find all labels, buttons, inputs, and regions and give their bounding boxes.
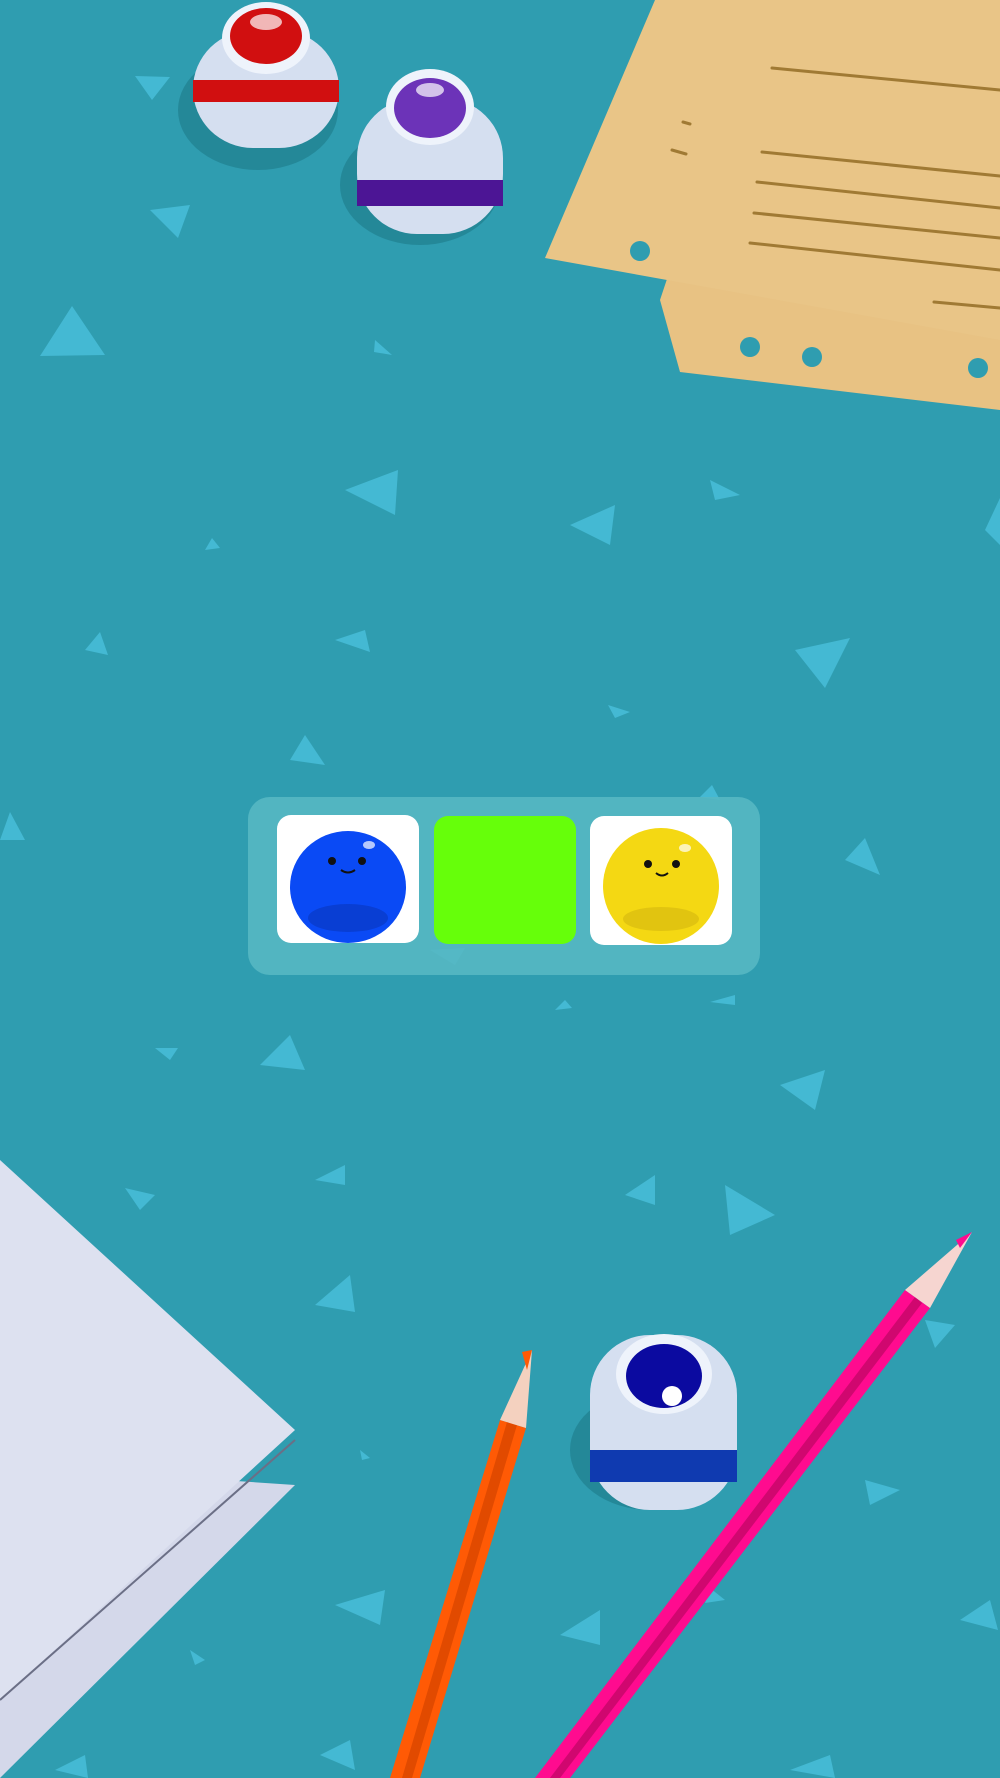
blob-eye-right-icon (358, 857, 366, 865)
blue-blob-character (290, 831, 406, 943)
tray-slot-yellow-blob[interactable] (590, 816, 732, 945)
yellow-blob-character (603, 828, 719, 944)
blob-eye-left-icon (328, 857, 336, 865)
blob-eye-left-icon (644, 860, 652, 868)
tray-slot-blue-blob[interactable] (277, 815, 419, 943)
blob-eye-right-icon (672, 860, 680, 868)
tray-slot-green-paint[interactable] (434, 816, 576, 944)
